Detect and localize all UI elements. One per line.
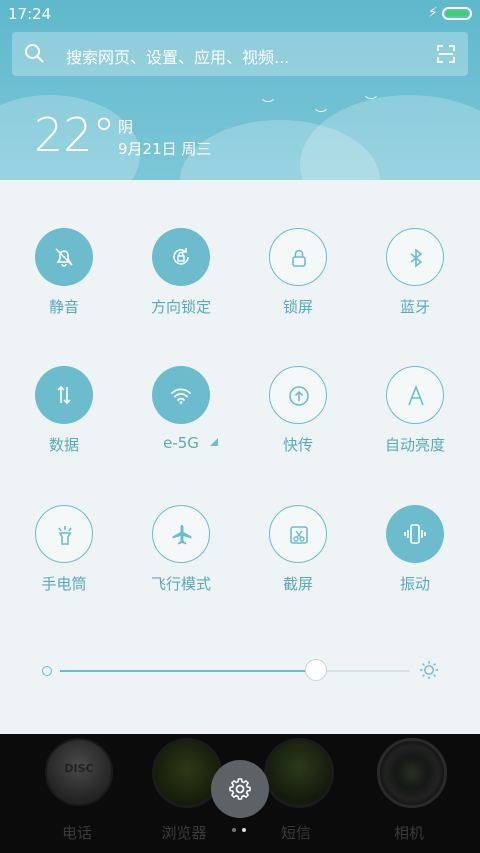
toggle-label: 飞行模式 <box>150 575 211 593</box>
quick-settings-panel: 静音 方向锁定 锁屏 蓝牙 数据 e-5G 快传 自动亮度 手电筒 飞行模式 截… <box>0 180 480 734</box>
bell-off-icon <box>35 228 93 286</box>
search-icon <box>25 44 44 63</box>
brightness-low-icon <box>42 666 52 676</box>
toggle-screenshot[interactable]: 截屏 <box>239 457 357 593</box>
search-bar[interactable]: 搜索网页、设置、应用、视频... <box>12 32 468 76</box>
toggle-label: 快传 <box>282 436 313 454</box>
page-dot-active <box>242 828 246 832</box>
toggle-label: 自动亮度 <box>384 436 445 454</box>
bluetooth-icon <box>386 228 444 286</box>
toggle-bluetooth[interactable]: 蓝牙 <box>356 180 474 316</box>
gear-icon <box>229 778 251 800</box>
settings-button[interactable] <box>211 760 269 818</box>
status-time: 17:24 <box>8 5 52 23</box>
status-bar: 17:24 ⚡ <box>0 0 480 28</box>
toggle-label: 数据 <box>48 436 79 454</box>
scan-icon[interactable] <box>436 44 456 64</box>
airplane-icon <box>152 505 210 563</box>
dock-app-label: 短信 <box>280 824 311 842</box>
bird-icon: ︶ <box>315 108 328 122</box>
toggle-label: 锁屏 <box>282 298 313 316</box>
upload-icon <box>269 366 327 424</box>
toggle-auto-brightness[interactable]: 自动亮度 <box>356 318 474 454</box>
dock-app-label: 浏览器 <box>161 824 207 842</box>
dock-app-label: 电话 <box>61 824 92 842</box>
auto-brightness-icon <box>386 366 444 424</box>
toggle-quick-transfer[interactable]: 快传 <box>239 318 357 454</box>
brightness-high-icon <box>420 661 438 679</box>
bird-icon: ︶ <box>262 98 275 112</box>
toggle-label: 蓝牙 <box>399 298 430 316</box>
page-indicator <box>232 828 248 834</box>
battery-icon <box>442 7 472 20</box>
weather-date: 9月21日 周三 <box>118 140 212 158</box>
toggle-lock-screen[interactable]: 锁屏 <box>239 180 357 316</box>
toggle-label: 截屏 <box>282 575 313 593</box>
toggle-rotation-lock[interactable]: 方向锁定 <box>122 180 240 316</box>
toggle-label: e-5G <box>163 434 199 452</box>
camera-icon <box>377 738 447 808</box>
toggle-mute[interactable]: 静音 <box>5 180 123 316</box>
toggle-label: 振动 <box>399 575 430 593</box>
brightness-slider[interactable] <box>60 659 410 681</box>
toggle-wifi[interactable]: e-5G <box>122 318 240 452</box>
charging-icon: ⚡ <box>428 5 438 21</box>
toggle-flashlight[interactable]: 手电筒 <box>5 457 123 593</box>
flashlight-icon <box>35 505 93 563</box>
rotation-lock-icon <box>152 228 210 286</box>
toggle-label: 静音 <box>48 298 79 316</box>
toggle-label: 方向锁定 <box>150 298 211 316</box>
temperature: 22° <box>34 108 116 162</box>
toggle-airplane-mode[interactable]: 飞行模式 <box>122 457 240 593</box>
phone-disc-icon: DISC <box>45 738 113 806</box>
dock-app-phone[interactable]: DISC 电话 <box>27 734 127 853</box>
lock-icon <box>269 228 327 286</box>
bird-icon: ︶ <box>365 95 378 109</box>
brightness-fill <box>60 670 316 672</box>
data-arrows-icon <box>35 366 93 424</box>
screenshot-icon <box>269 505 327 563</box>
weather-header: ︶ ︶ ︶ 17:24 ⚡ 搜索网页、设置、应用、视频... 22° 阴 9月2… <box>0 0 480 180</box>
weather-condition: 阴 <box>118 118 134 136</box>
dock-app-camera[interactable]: 相机 <box>359 734 459 853</box>
messages-icon <box>264 738 334 808</box>
brightness-knob[interactable] <box>304 659 327 681</box>
toggle-label: 手电筒 <box>41 575 87 593</box>
toggle-mobile-data[interactable]: 数据 <box>5 318 123 454</box>
expand-indicator-icon <box>210 438 218 446</box>
wifi-icon <box>152 366 210 424</box>
search-placeholder: 搜索网页、设置、应用、视频... <box>66 48 290 67</box>
toggle-vibrate[interactable]: 振动 <box>356 457 474 593</box>
page-dot <box>232 828 236 832</box>
dock-app-label: 相机 <box>393 824 424 842</box>
vibrate-icon <box>386 505 444 563</box>
